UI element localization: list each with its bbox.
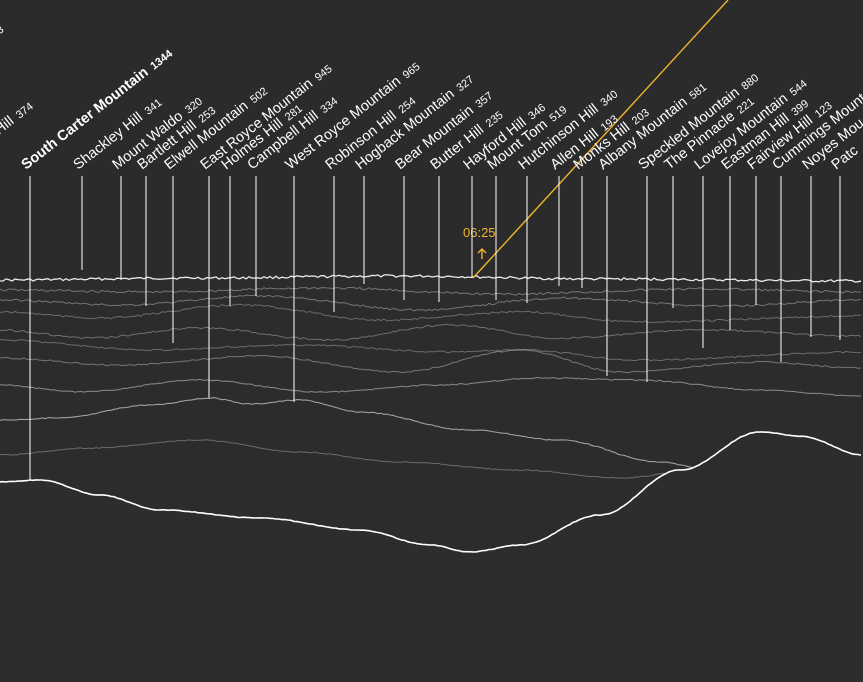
- terrain-ridges: [0, 274, 863, 682]
- panorama-view[interactable]: 06:25 3434s Hill374South Carter Mountain…: [0, 0, 863, 682]
- sun-time-label: 06:25: [463, 225, 496, 240]
